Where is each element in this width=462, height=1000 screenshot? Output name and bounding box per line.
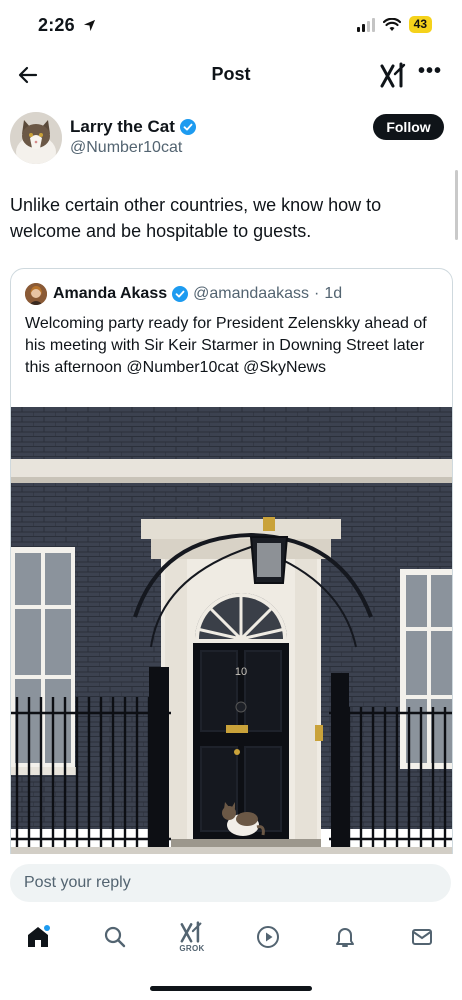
home-indicator bbox=[150, 986, 312, 991]
quote-author-avatar[interactable] bbox=[25, 283, 47, 305]
nav-notifications[interactable] bbox=[323, 915, 367, 959]
battery-indicator: 43 bbox=[408, 16, 432, 33]
author-name[interactable]: Larry the Cat bbox=[70, 117, 196, 137]
verified-icon bbox=[172, 286, 189, 302]
xai-icon[interactable] bbox=[380, 62, 408, 88]
follow-button[interactable]: Follow bbox=[373, 114, 444, 140]
downing-street-photo[interactable]: 10 bbox=[11, 407, 452, 869]
author-handle[interactable]: @Number10cat bbox=[70, 139, 182, 157]
home-icon bbox=[28, 925, 50, 947]
search-icon bbox=[104, 926, 126, 948]
scrollbar[interactable] bbox=[455, 170, 458, 240]
grok-icon bbox=[180, 921, 202, 943]
quote-author-handle[interactable]: @amandaakass bbox=[193, 285, 309, 303]
status-time: 2:26 bbox=[38, 15, 96, 36]
wifi-icon bbox=[382, 17, 401, 31]
quote-text: Welcoming party ready for President Zele… bbox=[25, 315, 427, 376]
quote-time: 1d bbox=[324, 285, 343, 302]
bell-icon bbox=[336, 928, 354, 947]
quote-header: Amanda Akass @amandaakass · 1d bbox=[53, 285, 342, 303]
reply-input[interactable] bbox=[10, 864, 451, 902]
more-icon[interactable]: ••• bbox=[418, 60, 442, 83]
status-indicators: 43 bbox=[356, 16, 432, 33]
mail-icon bbox=[412, 929, 432, 945]
video-icon bbox=[257, 926, 279, 948]
author-avatar[interactable] bbox=[10, 112, 62, 164]
nav-search[interactable] bbox=[93, 915, 137, 959]
grok-label: GROK bbox=[179, 944, 205, 953]
nav-home[interactable] bbox=[16, 915, 60, 959]
signal-icon bbox=[356, 17, 375, 32]
post-text: Unlike certain other countries, we know … bbox=[10, 195, 382, 241]
location-arrow-icon bbox=[83, 19, 96, 32]
quote-author-name[interactable]: Amanda Akass bbox=[53, 285, 167, 303]
bottom-nav: GROK bbox=[0, 915, 462, 965]
nav-messages[interactable] bbox=[400, 915, 444, 959]
nav-grok[interactable]: GROK bbox=[170, 915, 214, 959]
verified-icon bbox=[179, 119, 196, 135]
nav-video[interactable] bbox=[246, 915, 290, 959]
door-number: 10 bbox=[235, 666, 247, 678]
quote-separator: · bbox=[313, 285, 320, 302]
quoted-post[interactable]: Amanda Akass @amandaakass · 1d Welcoming p… bbox=[10, 268, 453, 870]
